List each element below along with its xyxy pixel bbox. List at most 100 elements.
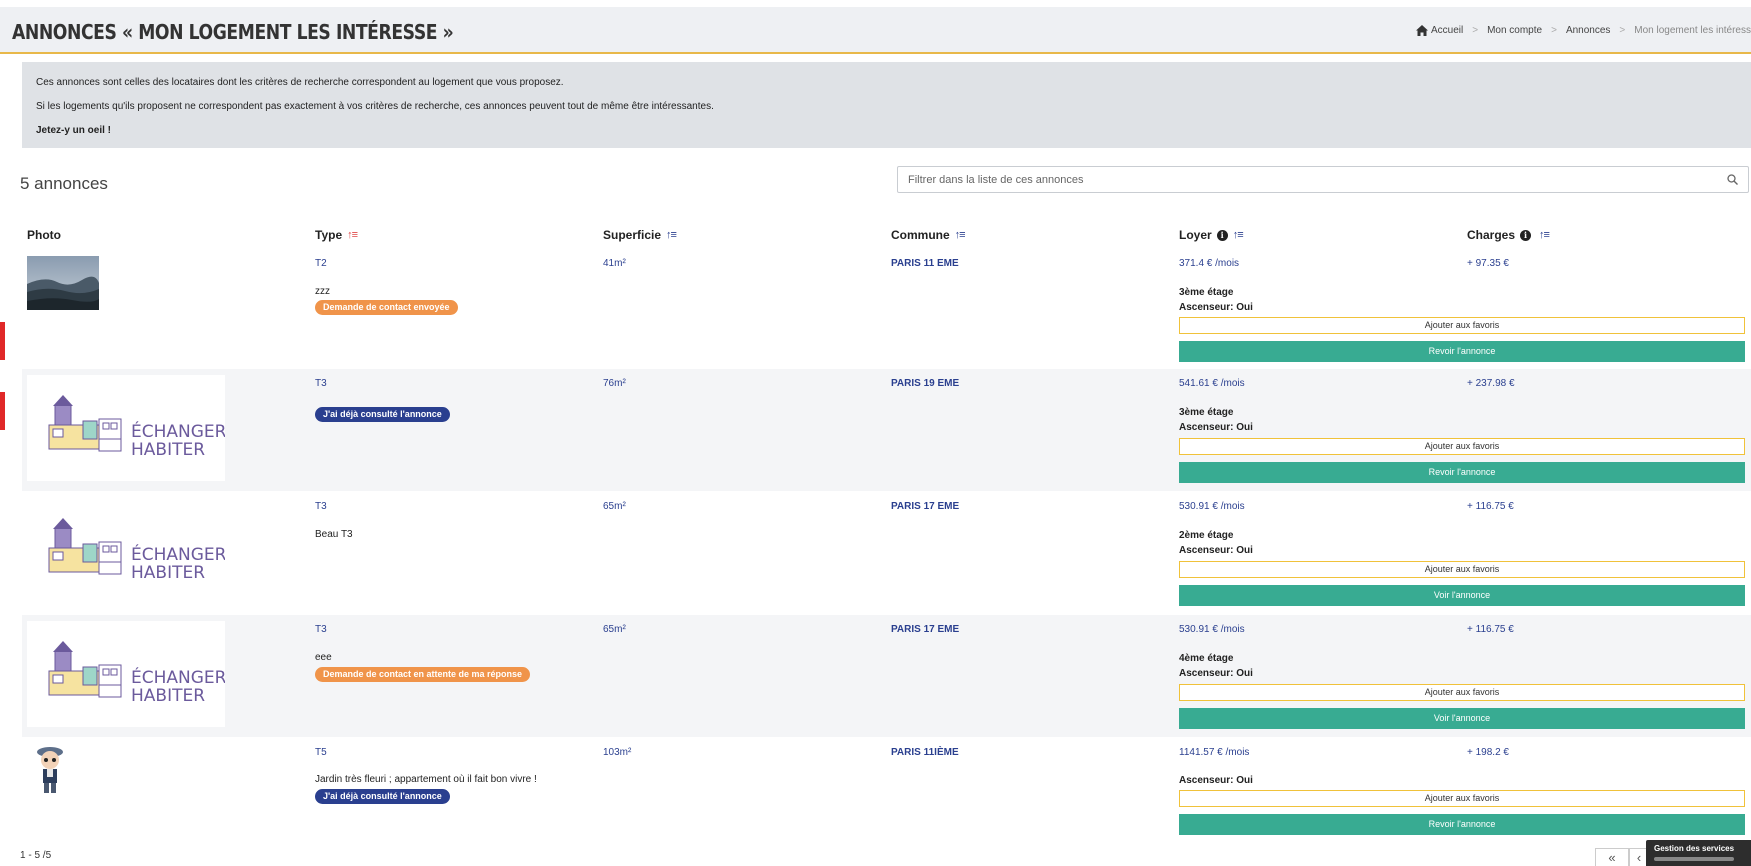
row-loyer: 541.61 € /mois (1179, 378, 1245, 389)
row-floor: 3ème étage (1179, 287, 1234, 298)
view-listing-button[interactable]: Voir l'annonce (1179, 585, 1745, 606)
row-etage: 3ème étage Ascenseur: Oui (1179, 285, 1253, 315)
status-badge: Demande de contact envoyée (315, 300, 458, 315)
row-commune: PARIS 17 EME (891, 624, 960, 635)
breadcrumb: Accueil > Mon compte > Annonces > Mon lo… (1415, 25, 1751, 36)
logo-text-2: HABITER (131, 686, 205, 706)
add-favorite-button[interactable]: Ajouter aux favoris (1179, 438, 1745, 455)
row-loyer: 530.91 € /mois (1179, 501, 1245, 512)
row-type: T5 (315, 747, 327, 758)
status-badge: J'ai déjà consulté l'annonce (315, 789, 450, 804)
info-box: Ces annonces sont celles des locataires … (22, 62, 1751, 148)
search-icon[interactable] (1727, 174, 1738, 185)
services-widget[interactable]: Gestion des services (1646, 840, 1751, 866)
breadcrumb-separator: > (1619, 25, 1626, 36)
add-favorite-button[interactable]: Ajouter aux favoris (1179, 684, 1745, 701)
column-type[interactable]: Type ↑≡ (315, 228, 358, 242)
column-commune[interactable]: Commune ↑≡ (891, 228, 966, 242)
pagination-info: 1 - 5 /5 (20, 850, 52, 861)
breadcrumb-current: Mon logement les intéress (1634, 25, 1751, 36)
add-favorite-button[interactable]: Ajouter aux favoris (1179, 561, 1745, 578)
row-superficie: 41m² (603, 258, 626, 269)
filter-input[interactable] (898, 167, 1698, 192)
listing-count: 5 annonces (20, 174, 108, 193)
row-superficie: 103m² (603, 747, 632, 758)
column-photo-label: Photo (27, 228, 61, 242)
column-commune-label: Commune (891, 228, 950, 242)
row-loyer: 1141.57 € /mois (1179, 747, 1250, 758)
logo-text-2: HABITER (131, 440, 205, 460)
status-badge: J'ai déjà consulté l'annonce (315, 407, 450, 422)
sort-icon[interactable]: ↑≡ (1233, 229, 1244, 241)
row-loyer: 371.4 € /mois (1179, 258, 1240, 269)
row-etage: 4ème étage Ascenseur: Oui (1179, 651, 1253, 681)
info-line-3: Jetez-y un oeil ! (36, 125, 112, 136)
row-charges: + 116.75 € (1467, 624, 1514, 635)
view-listing-button[interactable]: Revoir l'annonce (1179, 814, 1745, 835)
breadcrumb-annonces[interactable]: Annonces (1566, 25, 1610, 36)
row-description: zzz (315, 286, 330, 297)
page-header: ANNONCES « MON LOGEMENT LES INTÉRESSE » … (0, 7, 1751, 54)
filter-field[interactable] (897, 166, 1749, 193)
row-charges: + 116.75 € (1467, 501, 1514, 512)
table-row: ÉCHANGER HABITER T3 65m² PARIS 17 EME 53… (22, 615, 1751, 737)
sort-icon[interactable]: ↑≡ (347, 229, 358, 241)
table-row: ÉCHANGER HABITER T3 76m² PARIS 19 EME 54… (22, 369, 1751, 491)
info-icon[interactable]: i (1216, 229, 1228, 241)
page-title: ANNONCES « MON LOGEMENT LES INTÉRESSE » (12, 20, 454, 44)
echanger-habiter-logo[interactable]: ÉCHANGER HABITER (27, 375, 225, 481)
side-marker (0, 322, 5, 360)
view-listing-button[interactable]: Revoir l'annonce (1179, 341, 1745, 362)
column-charges[interactable]: Charges i ↑≡ (1467, 228, 1550, 242)
breadcrumb-separator: > (1472, 25, 1479, 36)
row-elevator: Ascenseur: Oui (1179, 775, 1253, 786)
sort-icon[interactable]: ↑≡ (666, 229, 677, 241)
sort-icon[interactable]: ↑≡ (955, 229, 966, 241)
sort-icon[interactable]: ↑≡ (1539, 229, 1550, 241)
row-floor: 4ème étage (1179, 653, 1234, 664)
avatar-figurine[interactable] (30, 744, 70, 796)
row-floor: 3ème étage (1179, 407, 1234, 418)
logo-text-2: HABITER (131, 563, 205, 583)
listing-photo[interactable] (27, 256, 99, 310)
add-favorite-button[interactable]: Ajouter aux favoris (1179, 790, 1745, 807)
row-description: Jardin très fleuri ; appartement où il f… (315, 774, 537, 785)
column-superficie[interactable]: Superficie ↑≡ (603, 228, 677, 242)
view-listing-button[interactable]: Revoir l'annonce (1179, 462, 1745, 483)
row-commune: PARIS 19 EME (891, 378, 960, 389)
row-type: T3 (315, 501, 327, 512)
logo-text-1: ÉCHANGER (131, 543, 225, 565)
status-badge: Demande de contact en attente de ma répo… (315, 667, 531, 682)
logo-text-1: ÉCHANGER (131, 420, 225, 442)
table-row: T5 103m² PARIS 11IÈME 1141.57 € /mois + … (22, 738, 1751, 838)
row-type: T3 (315, 378, 327, 389)
row-elevator: Ascenseur: Oui (1179, 422, 1253, 433)
view-listing-button[interactable]: Voir l'annonce (1179, 708, 1745, 729)
info-line-2: Si les logements qu'ils proposent ne cor… (36, 101, 714, 112)
add-favorite-button[interactable]: Ajouter aux favoris (1179, 317, 1745, 334)
pager-first-button[interactable]: « (1595, 848, 1629, 866)
column-photo: Photo (27, 228, 61, 242)
row-charges: + 198.2 € (1467, 747, 1509, 758)
echanger-habiter-logo[interactable]: ÉCHANGER HABITER (27, 621, 225, 727)
row-elevator: Ascenseur: Oui (1179, 302, 1253, 313)
row-charges: + 237.98 € (1467, 378, 1515, 389)
row-elevator: Ascenseur: Oui (1179, 545, 1253, 556)
services-widget-label: Gestion des services (1654, 844, 1735, 853)
breadcrumb-home[interactable]: Accueil (1431, 25, 1463, 36)
column-loyer[interactable]: Loyer i ↑≡ (1179, 228, 1244, 242)
row-floor: 2ème étage (1179, 530, 1234, 541)
row-superficie: 65m² (603, 624, 626, 635)
row-commune: PARIS 11 EME (891, 258, 959, 269)
row-commune: PARIS 17 EME (891, 501, 960, 512)
row-loyer: 530.91 € /mois (1179, 624, 1245, 635)
table-row: ÉCHANGER HABITER T3 65m² PARIS 17 EME 53… (22, 492, 1751, 614)
echanger-habiter-logo[interactable]: ÉCHANGER HABITER (27, 498, 225, 604)
info-icon[interactable]: i (1520, 229, 1532, 241)
breadcrumb-account[interactable]: Mon compte (1487, 25, 1542, 36)
row-description: Beau T3 (315, 529, 353, 540)
row-description: eee (315, 652, 332, 663)
breadcrumb-separator: > (1551, 25, 1557, 36)
row-type: T3 (315, 624, 327, 635)
row-type: T2 (315, 258, 327, 269)
